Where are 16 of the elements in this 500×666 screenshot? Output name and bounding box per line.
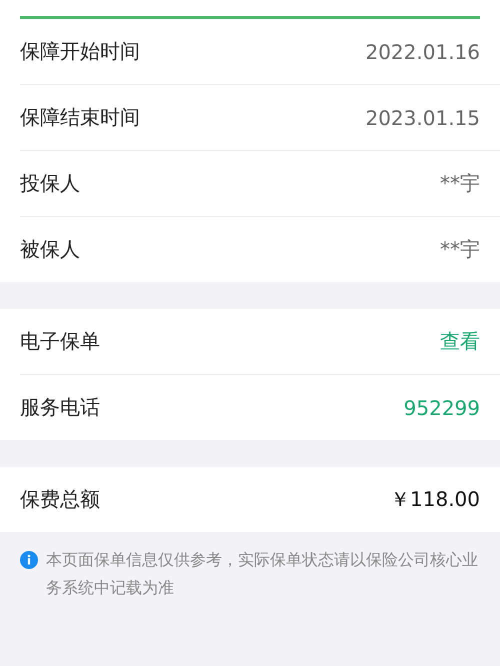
- row-label: 保障开始时间: [20, 38, 140, 65]
- row-label: 保费总额: [20, 486, 100, 513]
- value-link[interactable]: 查看: [440, 328, 480, 355]
- row-label: 被保人: [20, 236, 80, 263]
- row-value: 2022.01.16: [365, 40, 480, 64]
- row-label: 服务电话: [20, 394, 100, 421]
- row-label: 电子保单: [20, 328, 100, 355]
- row-value: 2023.01.15: [365, 106, 480, 130]
- row-value: ￥118.00: [390, 486, 480, 513]
- notice-text: 本页面保单信息仅供参考，实际保单状态请以保险公司核心业务系统中记载为准: [46, 549, 479, 599]
- row-label: 保障结束时间: [20, 104, 140, 131]
- row-value: **宇: [440, 236, 480, 263]
- row-value: **宇: [440, 170, 480, 197]
- info-icon: [20, 551, 38, 569]
- row-label: 投保人: [20, 170, 80, 197]
- value-link[interactable]: 952299: [404, 396, 480, 420]
